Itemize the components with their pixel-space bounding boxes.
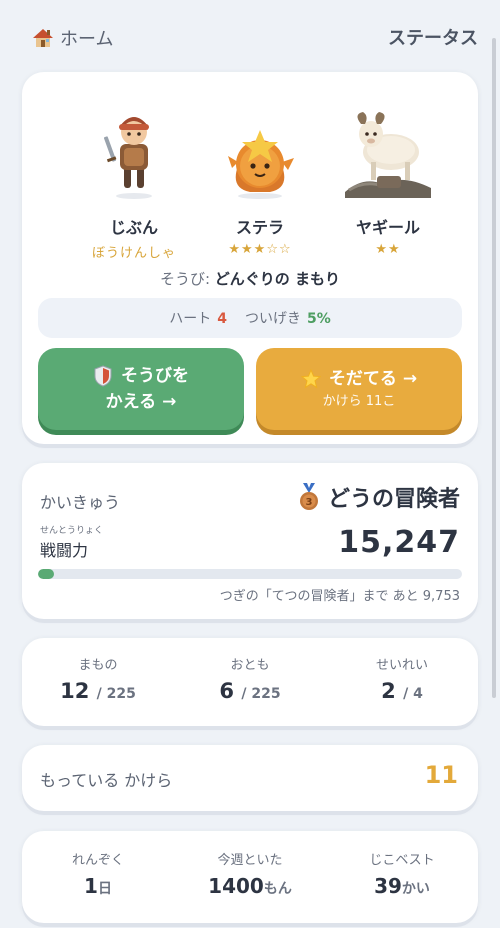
scrollbar[interactable] — [492, 38, 496, 698]
bronze-medal-icon: 3 — [299, 483, 318, 510]
party-card: じぶん ぼうけんしゃ ステラ ★★★☆☆ ヤギール ★★ そうび: どんぐりの … — [22, 72, 478, 444]
stat-pill: ハート 4 ついげき 5% — [38, 298, 462, 338]
hero-figure-icon — [103, 117, 152, 199]
power-label: 戦闘力 — [40, 541, 89, 560]
change-equipment-label-2: かえる → — [105, 392, 177, 412]
member-rank-stars: ★★ — [375, 242, 401, 257]
star-icon — [300, 369, 321, 389]
power-ruby: せんとうりょく — [40, 526, 104, 536]
next-rank-text: つぎの「てつの冒険者」まで あと 9,753 — [219, 589, 460, 604]
home-link[interactable]: ホーム — [32, 24, 113, 52]
party-member-stella[interactable]: ステラ ★★★☆☆ — [190, 96, 330, 257]
streak-value: 1400 — [208, 874, 264, 898]
member-name: ヤギール — [355, 218, 420, 237]
page-title: ステータス — [388, 28, 478, 49]
attack-value: 5% — [306, 311, 331, 327]
collection-companions[interactable]: おとも 6 / 225 — [174, 638, 326, 726]
raise-button[interactable]: そだてる → かけら 11こ — [256, 348, 462, 430]
collection-spirits[interactable]: せいれい 2 / 4 — [326, 638, 478, 726]
collection-label: おとも — [230, 658, 270, 673]
shield-icon — [94, 365, 112, 387]
collection-label: せいれい — [375, 658, 428, 673]
streak-value: 39 — [374, 874, 402, 898]
rank-title: 3 どうの冒険者 — [298, 481, 460, 513]
member-name: じぶん — [109, 218, 158, 237]
heart-label: ハート — [169, 311, 212, 327]
collection-count: 6 — [219, 679, 235, 703]
fragments-label: もっている かけら — [40, 771, 173, 790]
rank-title-text: どうの冒険者 — [327, 487, 460, 512]
collection-card: まもの 12 / 225 おとも 6 / 225 せいれい 2 / 4 — [22, 638, 478, 726]
fragments-card: もっている かけら 11 — [22, 745, 478, 811]
hero-portrait — [84, 96, 184, 206]
streak-label: れんぞく — [71, 853, 124, 868]
rank-progress-fill — [38, 569, 54, 579]
power-value: 15,247 — [338, 525, 460, 560]
member-rank: ぼうけんしゃ — [91, 246, 176, 261]
heart-value: 4 — [217, 311, 227, 327]
equipment-value: どんぐりの まもり — [214, 270, 341, 288]
party-member-yagiru[interactable]: ヤギール ★★ — [318, 96, 458, 257]
star-creature-icon — [228, 130, 294, 199]
streak-unit: 日 — [97, 881, 112, 897]
collection-count: 2 — [381, 679, 396, 703]
streak-value: 1 — [84, 874, 98, 898]
change-equipment-label-1: そうびを — [121, 366, 189, 386]
collection-total: / 225 — [241, 686, 281, 702]
streak-card: れんぞく 1日 今週といた 1400もん じこベスト 39かい — [22, 831, 478, 923]
rank-progress-bar — [38, 569, 462, 579]
stella-portrait — [210, 96, 310, 206]
rank-card: かいきゅう 3 どうの冒険者 せんとうりょく 戦闘力 15,247 つぎの「てつ… — [22, 463, 478, 619]
yagiru-portrait — [333, 96, 443, 206]
collection-total: / 225 — [96, 686, 136, 702]
fragments-value: 11 — [424, 761, 458, 789]
equipment-prefix: そうび: — [159, 270, 211, 288]
attack-stat: ついげき 5% — [245, 308, 331, 328]
weekly-solved: 今週といた 1400もん — [174, 831, 326, 923]
member-name: ステラ — [235, 218, 284, 237]
streak-unit: もん — [263, 881, 292, 897]
collection-count: 12 — [60, 679, 90, 703]
house-icon — [33, 29, 53, 47]
attack-label: ついげき — [244, 311, 301, 327]
streak-label: 今週といた — [217, 853, 283, 868]
party-member-self[interactable]: じぶん ぼうけんしゃ — [64, 96, 204, 261]
collection-label: まもの — [78, 658, 118, 673]
heart-stat: ハート 4 — [169, 308, 227, 328]
collection-monsters[interactable]: まもの 12 / 225 — [22, 638, 174, 726]
change-equipment-button[interactable]: そうびを かえる → — [38, 348, 244, 430]
home-label: ホーム — [60, 29, 114, 50]
raise-button-cost: かけら 11こ — [322, 394, 396, 409]
member-rank-stars: ★★★☆☆ — [228, 242, 292, 257]
collection-total: / 4 — [403, 686, 423, 702]
goat-creature-icon — [345, 112, 431, 198]
streak-days: れんぞく 1日 — [22, 831, 174, 923]
raise-button-label: そだてる → — [328, 369, 418, 389]
svg-text:3: 3 — [306, 497, 313, 508]
streak-unit: かい — [401, 881, 430, 897]
rank-label: かいきゅう — [40, 493, 121, 512]
personal-best: じこベスト 39かい — [326, 831, 478, 923]
top-bar: ホーム ステータス — [0, 0, 500, 72]
equipment-line: そうび: どんぐりの まもり — [22, 268, 478, 289]
streak-label: じこベスト — [369, 853, 435, 868]
